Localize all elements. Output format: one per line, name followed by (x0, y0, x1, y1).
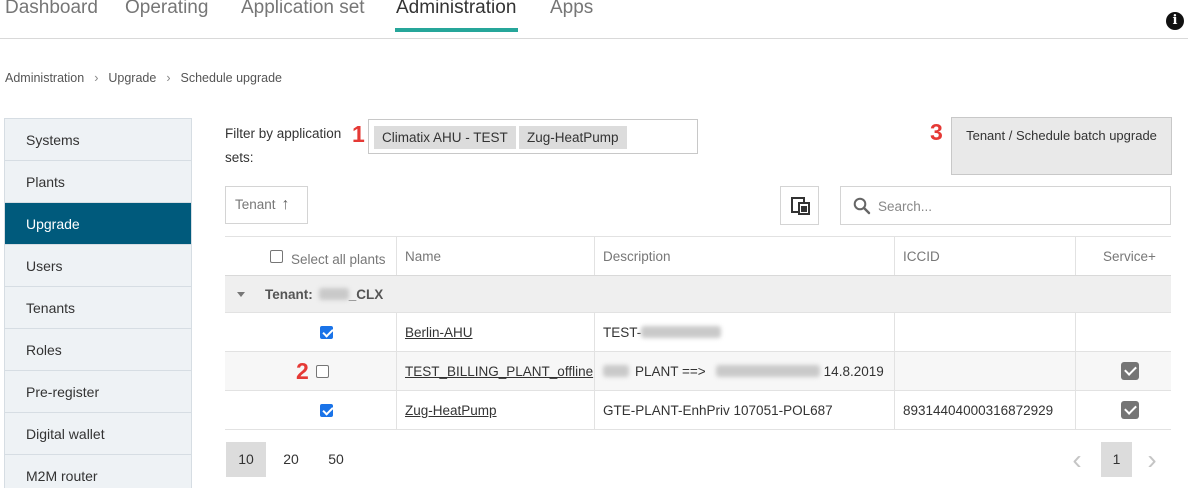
service-checkbox (1121, 401, 1139, 419)
tab-application-set[interactable]: Application set (241, 0, 365, 19)
page-size-20[interactable]: 20 (273, 442, 309, 477)
tenant-label: Tenant: (265, 286, 313, 302)
column-header-iccid[interactable]: ICCID (894, 237, 1075, 275)
redacted-text (641, 326, 722, 338)
description-cell: PLANT ==> 14.8.2019 (594, 352, 894, 390)
breadcrumb-separator: › (166, 71, 171, 85)
redacted-text (318, 288, 349, 300)
table-row: Zug-HeatPump GTE-PLANT-EnhPriv 107051-PO… (225, 391, 1171, 430)
iccid-cell: 89314404000316872929 (894, 391, 1075, 429)
sidebar-item-pre-register[interactable]: Pre-register (5, 371, 191, 413)
iccid-cell (894, 313, 1075, 351)
column-header-name[interactable]: Name (396, 237, 594, 275)
sidebar-item-roles[interactable]: Roles (5, 329, 191, 371)
tenant-group-row[interactable]: Tenant: _CLX (225, 276, 1171, 313)
next-page-icon[interactable]: › (1141, 442, 1163, 477)
name-cell: Berlin-AHU (396, 313, 594, 351)
table-header-row: Select all plants Name Description ICCID… (225, 236, 1171, 276)
group-caret (236, 276, 246, 312)
columns-icon (791, 197, 810, 215)
filter-chip[interactable]: Zug-HeatPump (519, 126, 627, 149)
row-select-cell (320, 391, 333, 429)
tab-operating[interactable]: Operating (125, 0, 208, 19)
select-all-checkbox[interactable] (270, 249, 283, 263)
sidebar-item-tenants[interactable]: Tenants (5, 287, 191, 329)
name-cell: Zug-HeatPump (396, 391, 594, 429)
redacted-text (603, 365, 629, 377)
table-row: Berlin-AHU TEST- (225, 313, 1171, 352)
current-page[interactable]: 1 (1101, 442, 1132, 477)
breadcrumb-upgrade[interactable]: Upgrade (108, 71, 156, 85)
filter-label: Filter by application sets: (225, 126, 342, 165)
callout-marker-3: 3 (930, 119, 943, 145)
iccid-cell (894, 352, 1075, 390)
sidebar-item-m2m-router[interactable]: M2M router (5, 455, 191, 488)
schedule-batch-upgrade-button[interactable]: Tenant / Schedule batch upgrade (951, 117, 1172, 175)
row-select-cell: 2 (296, 352, 329, 390)
row-checkbox[interactable] (320, 325, 333, 339)
description-text: TEST- (603, 324, 642, 340)
redacted-text (715, 365, 820, 377)
plant-link[interactable]: TEST_BILLING_PLANT_offline (405, 364, 593, 379)
page-size-50[interactable]: 50 (318, 442, 354, 477)
sidebar-item-plants[interactable]: Plants (5, 161, 191, 203)
tab-administration[interactable]: Administration (396, 0, 516, 19)
breadcrumb-separator: › (94, 71, 99, 85)
description-cell: TEST- (594, 313, 894, 351)
service-cell (1075, 352, 1171, 390)
service-cell (1075, 313, 1171, 351)
plant-link[interactable]: Berlin-AHU (405, 325, 473, 340)
search-icon (853, 197, 871, 215)
sidebar-item-systems[interactable]: Systems (5, 119, 191, 161)
plants-table: Select all plants Name Description ICCID… (225, 236, 1171, 430)
service-checkbox (1121, 362, 1139, 380)
page-size-10[interactable]: 10 (226, 442, 266, 477)
application-set-filter[interactable]: Climatix AHU - TEST Zug-HeatPump (368, 119, 698, 154)
info-icon[interactable]: i (1166, 12, 1184, 30)
sidebar: Systems Plants Upgrade Users Tenants Rol… (4, 118, 192, 488)
top-navigation: Dashboard Operating Application set Admi… (0, 0, 1188, 39)
search-box (840, 186, 1171, 225)
plant-link[interactable]: Zug-HeatPump (405, 403, 497, 418)
breadcrumb: Administration › Upgrade › Schedule upgrade (5, 71, 282, 85)
select-all-cell: Select all plants (270, 237, 395, 275)
row-checkbox[interactable] (320, 403, 333, 417)
tab-apps[interactable]: Apps (550, 0, 593, 19)
row-checkbox[interactable] (315, 364, 329, 378)
breadcrumb-administration[interactable]: Administration (5, 71, 84, 85)
table-row: 2 TEST_BILLING_PLANT_offline PLANT ==> 1… (225, 352, 1171, 391)
sidebar-item-digital-wallet[interactable]: Digital wallet (5, 413, 191, 455)
search-input[interactable] (878, 195, 1158, 217)
tab-dashboard[interactable]: Dashboard (5, 0, 98, 19)
tenant-sort-label: Tenant (235, 197, 276, 212)
column-header-description[interactable]: Description (594, 237, 894, 275)
filter-chip[interactable]: Climatix AHU - TEST (374, 126, 516, 149)
description-date: 14.8.2019 (823, 363, 884, 379)
callout-marker-2: 2 (296, 357, 309, 384)
callout-marker-1: 1 (352, 121, 365, 147)
sidebar-item-users[interactable]: Users (5, 245, 191, 287)
column-header-service[interactable]: Service+ (1075, 237, 1171, 275)
active-tab-indicator (395, 28, 518, 32)
service-cell (1075, 391, 1171, 429)
caret-down-icon (237, 292, 245, 297)
description-cell: GTE-PLANT-EnhPriv 107051-POL687 (594, 391, 894, 429)
tenant-sort-button[interactable]: Tenant ↑ (225, 186, 308, 224)
tenant-group-label: Tenant: _CLX (265, 276, 383, 312)
row-select-cell (320, 313, 333, 351)
select-all-label: Select all plants (291, 251, 386, 267)
sidebar-item-upgrade[interactable]: Upgrade (5, 203, 191, 245)
breadcrumb-schedule-upgrade: Schedule upgrade (180, 71, 282, 85)
tenant-suffix: _CLX (348, 286, 384, 302)
column-chooser-button[interactable] (780, 186, 819, 225)
description-text: PLANT ==> (635, 363, 706, 379)
prev-page-icon[interactable]: ‹ (1066, 442, 1088, 477)
arrow-up-icon: ↑ (281, 196, 290, 213)
name-cell: TEST_BILLING_PLANT_offline (396, 352, 594, 390)
